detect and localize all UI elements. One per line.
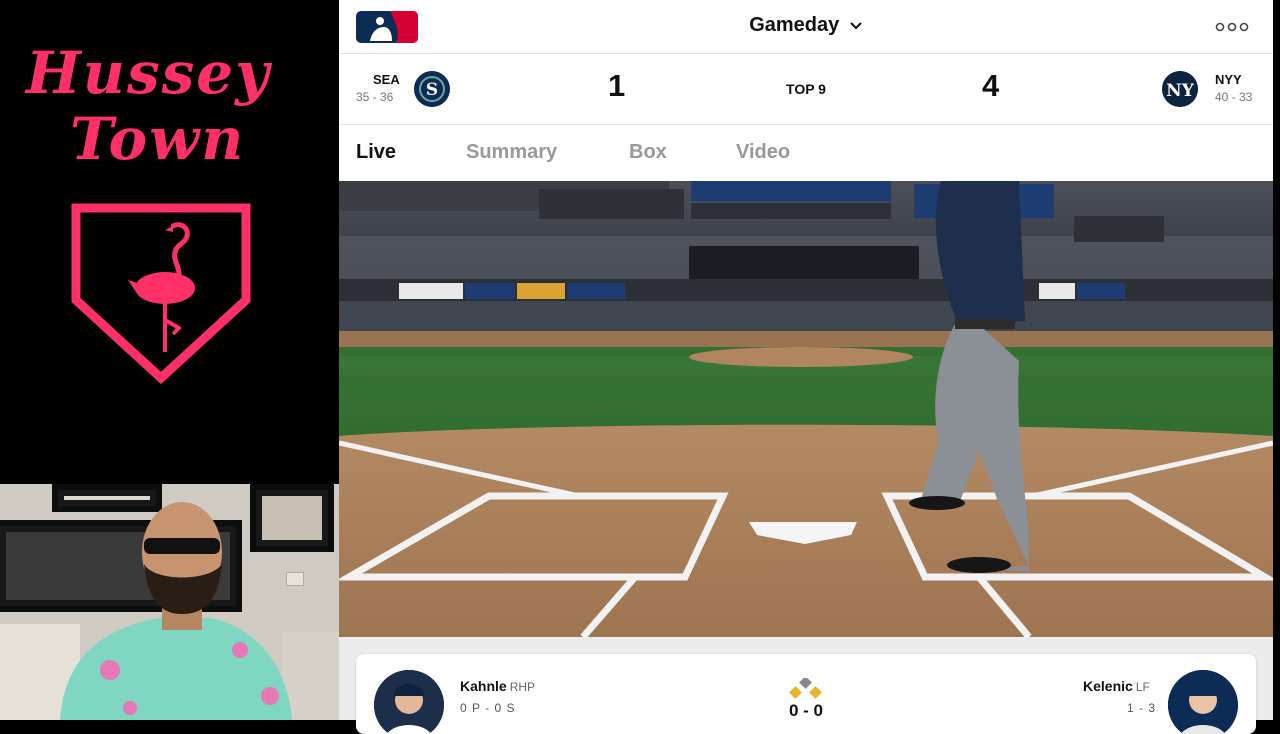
webcam-feed [0,484,339,720]
top-bar: Gameday [339,0,1273,54]
gameday-menu[interactable]: Gameday [339,14,1273,37]
brand-title: Hussey Town [22,40,322,172]
chevron-down-icon [850,22,862,30]
batter-name[interactable]: Kelenic LF [1083,678,1150,694]
yankees-logo-icon[interactable]: NY [1162,71,1198,107]
tab-bar: Live Summary Box Video [339,124,1273,181]
ball-strike-count: 0 - 0 [788,701,824,720]
tab-summary[interactable]: Summary [466,141,557,164]
brand-title-line2: Town [70,105,246,173]
home-team-abbr: NYY [1215,72,1242,87]
pitcher-position: RHP [509,680,536,694]
bases-diamond-icon [789,678,822,699]
matchup-card[interactable]: Kahnle RHP 0 P - 0 S 0 - 0 Kelenic LF 1 - … [356,654,1256,734]
batter-photo-avatar[interactable] [1168,670,1238,734]
right-border [1273,0,1280,720]
gameday-app: Gameday SEA 35 - 36 S 1 TOP 9 4 NY NYY 4… [339,0,1273,734]
pitcher-name-text: Kahnle [460,678,507,694]
batter-name-text: Kelenic [1083,678,1133,694]
batter-position: LF [1135,680,1150,694]
inning-indicator: TOP 9 [786,81,826,97]
brand-title-line1: Hussey [26,39,271,107]
gameday-title: Gameday [749,14,840,36]
batter-stat-line: 1 - 3 [1127,701,1157,715]
home-score: 4 [982,68,1000,103]
svg-text:NY: NY [1166,81,1195,101]
home-team-record: 40 - 33 [1215,90,1253,104]
flamingo-home-plate-logo [71,203,251,384]
matchup-area: Kahnle RHP 0 P - 0 S 0 - 0 Kelenic LF 1 - … [339,637,1273,734]
scoreboard: SEA 35 - 36 S 1 TOP 9 4 NY NYY 40 - 33 [339,54,1273,125]
ballpark-scene [339,181,1273,637]
more-horizontal-icon[interactable] [1215,18,1249,36]
tab-video[interactable]: Video [736,141,790,164]
pitcher-name[interactable]: Kahnle RHP [460,678,535,694]
tab-live[interactable]: Live [356,141,396,164]
field-view[interactable] [339,181,1273,637]
stream-overlay: Hussey Town [0,0,339,720]
tab-box[interactable]: Box [629,141,667,164]
streamer [60,502,292,720]
